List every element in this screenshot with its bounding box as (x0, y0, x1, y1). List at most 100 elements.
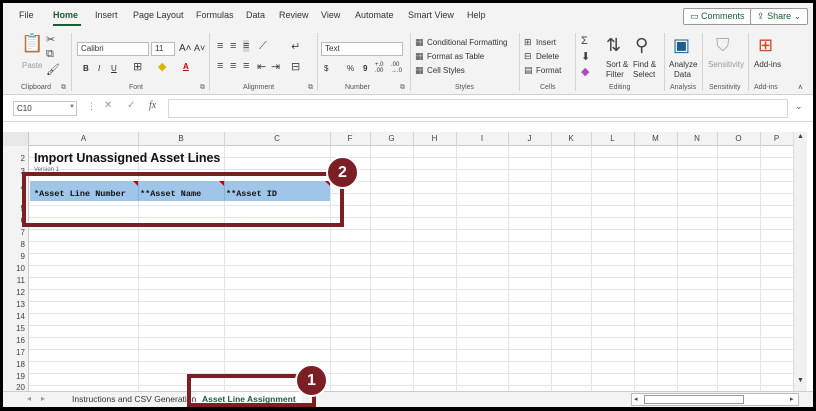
vertical-scrollbar[interactable]: ▲ ▼ (793, 132, 807, 391)
paste-icon[interactable]: 📋 (21, 33, 43, 54)
number-format-select[interactable]: Text (321, 42, 403, 56)
delete-cells-button[interactable]: Delete (536, 52, 559, 61)
row-header[interactable]: 16 (3, 336, 25, 345)
column-header-l[interactable]: L (591, 134, 634, 143)
menu-home[interactable]: Home (53, 10, 78, 20)
cancel-icon[interactable]: ✕ (104, 100, 112, 111)
menu-automate[interactable]: Automate (355, 10, 394, 20)
comments-button[interactable]: ▭ Comments (683, 8, 752, 25)
add-ins-label[interactable]: Add-ins (754, 60, 781, 69)
decrease-font-icon[interactable]: A˅ (194, 43, 205, 53)
percent-button[interactable]: % (347, 64, 354, 73)
row-header[interactable]: 2 (3, 154, 25, 163)
clipboard-launcher-icon[interactable]: ⧉ (61, 84, 66, 92)
column-header-f[interactable]: F (330, 134, 370, 143)
alignment-launcher-icon[interactable]: ⧉ (308, 84, 313, 92)
font-launcher-icon[interactable]: ⧉ (200, 84, 205, 92)
row-header[interactable]: 7 (3, 228, 25, 237)
borders-icon[interactable]: ⊞ (133, 60, 142, 73)
name-box[interactable]: C10 (13, 101, 77, 116)
column-header-k[interactable]: K (551, 134, 591, 143)
italic-button[interactable]: I (98, 64, 100, 73)
font-color-icon[interactable]: A (183, 62, 189, 71)
row-header[interactable]: 14 (3, 312, 25, 321)
scroll-right-icon[interactable]: ▸ (790, 395, 794, 403)
find-select-label-2[interactable]: Select (633, 70, 655, 79)
analyze-label-2[interactable]: Data (674, 70, 691, 79)
currency-button[interactable]: $ (324, 64, 328, 73)
row-header[interactable]: 12 (3, 288, 25, 297)
column-header-n[interactable]: N (677, 134, 717, 143)
clear-icon[interactable]: ◆ (581, 65, 589, 78)
column-header-h[interactable]: H (413, 134, 456, 143)
row-header[interactable]: 10 (3, 264, 25, 273)
cut-icon[interactable]: ✂ (46, 33, 55, 46)
row-header[interactable]: 8 (3, 240, 25, 249)
align-bottom-icon[interactable]: ≡ (243, 40, 250, 52)
decrease-indent-icon[interactable]: ⇤ (257, 60, 266, 73)
font-name-select[interactable]: Calibri (77, 42, 149, 56)
row-header[interactable]: 17 (3, 348, 25, 357)
menu-page-layout[interactable]: Page Layout (133, 10, 184, 20)
menu-view[interactable]: View (321, 10, 340, 20)
bold-button[interactable]: B (83, 64, 89, 73)
analyze-label-1[interactable]: Analyze (669, 60, 697, 69)
increase-indent-icon[interactable]: ⇥ (271, 60, 280, 73)
menu-insert[interactable]: Insert (95, 10, 118, 20)
row-header[interactable]: 13 (3, 300, 25, 309)
column-header-j[interactable]: J (508, 134, 551, 143)
column-header-o[interactable]: O (717, 134, 760, 143)
insert-cells-button[interactable]: Insert (536, 38, 556, 47)
horizontal-scrollbar[interactable]: ◂ ▸ (631, 393, 799, 406)
enter-icon[interactable]: ✓ (127, 100, 135, 111)
column-header-p[interactable]: P (760, 134, 793, 143)
menu-help[interactable]: Help (467, 10, 486, 20)
align-right-icon[interactable]: ≡ (243, 60, 249, 72)
sensitivity-icon[interactable]: ⛉ (716, 35, 730, 56)
fill-color-icon[interactable]: ◆ (158, 60, 166, 73)
chevron-down-icon[interactable]: ▼ (69, 104, 75, 110)
align-left-icon[interactable]: ≡ (217, 60, 223, 72)
menu-review[interactable]: Review (279, 10, 309, 20)
number-launcher-icon[interactable]: ⧉ (400, 84, 405, 92)
column-header-b[interactable]: B (138, 134, 224, 143)
analyze-data-icon[interactable]: ▣ (673, 35, 690, 56)
insert-function-icon[interactable]: fx (149, 100, 156, 111)
scroll-thumb[interactable] (644, 395, 744, 404)
increase-decimal-button[interactable]: +.0 .00 (375, 62, 389, 74)
scroll-left-icon[interactable]: ◂ (634, 395, 638, 403)
cell-styles-button[interactable]: Cell Styles (427, 66, 465, 75)
formula-input[interactable] (168, 99, 788, 118)
row-header[interactable]: 11 (3, 276, 25, 285)
increase-font-icon[interactable]: A˄ (179, 43, 192, 54)
comma-button[interactable]: 9 (363, 64, 367, 73)
format-cells-button[interactable]: Format (536, 66, 561, 75)
menu-file[interactable]: File (19, 10, 34, 20)
merge-center-icon[interactable]: ⊟ (291, 60, 300, 73)
align-top-icon[interactable]: ≡ (217, 40, 223, 52)
menu-formulas[interactable]: Formulas (196, 10, 234, 20)
column-header-a[interactable]: A (29, 134, 138, 143)
sort-filter-label-2[interactable]: Filter (606, 70, 624, 79)
decrease-decimal-button[interactable]: .00 →.0 (391, 62, 405, 74)
format-as-table-button[interactable]: Format as Table (427, 52, 484, 61)
scroll-up-icon[interactable]: ▲ (797, 133, 804, 140)
add-ins-icon[interactable]: ⊞ (758, 35, 773, 56)
tab-instructions-csv-generation[interactable]: Instructions and CSV Generation (66, 392, 202, 407)
tab-prev-icon[interactable]: ◂ (27, 394, 31, 403)
sensitivity-label[interactable]: Sensitivity (708, 60, 744, 69)
expand-formula-bar-icon[interactable]: ⌄ (795, 101, 803, 112)
align-middle-icon[interactable]: ≡ (230, 40, 236, 52)
column-header-g[interactable]: G (370, 134, 413, 143)
format-painter-icon[interactable]: 🖌 (46, 63, 60, 76)
menu-data[interactable]: Data (246, 10, 265, 20)
row-header[interactable]: 9 (3, 252, 25, 261)
column-header-i[interactable]: I (456, 134, 508, 143)
underline-button[interactable]: U (111, 64, 117, 73)
sort-filter-label-1[interactable]: Sort & (606, 60, 628, 69)
font-size-select[interactable]: 11 (151, 42, 175, 56)
wrap-text-icon[interactable]: ↵ (291, 40, 300, 53)
copy-icon[interactable]: ⧉ (46, 48, 54, 61)
column-header-c[interactable]: C (224, 134, 330, 143)
find-select-label-1[interactable]: Find & (633, 60, 656, 69)
